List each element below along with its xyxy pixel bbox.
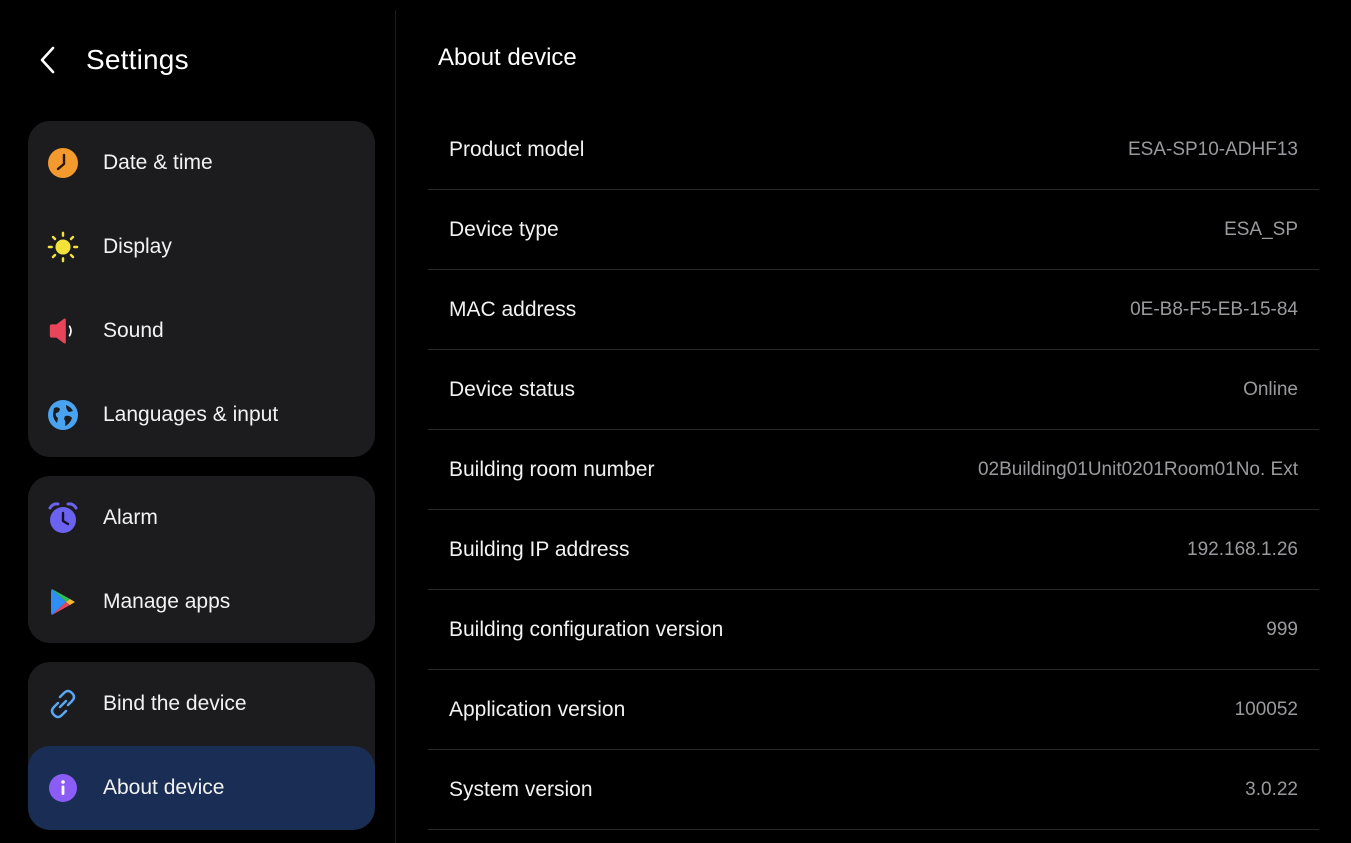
speaker-icon — [47, 315, 79, 347]
info-value: ESA_SP — [1224, 218, 1298, 240]
sidebar-item-label: Languages & input — [103, 403, 279, 426]
link-icon — [47, 688, 79, 720]
sidebar-item-date-time[interactable]: Date & time — [28, 121, 375, 205]
info-value: 192.168.1.26 — [1187, 538, 1298, 560]
sidebar-item-bind-device[interactable]: Bind the device — [28, 662, 375, 746]
info-row-system-version: System version 3.0.22 — [428, 750, 1319, 830]
info-label: Building IP address — [449, 537, 630, 561]
sidebar-header: Settings — [6, 38, 189, 82]
sidebar-item-label: Sound — [103, 319, 164, 342]
info-label: Device type — [449, 217, 559, 241]
info-value: 100052 — [1234, 698, 1298, 720]
info-value: Online — [1243, 378, 1298, 400]
info-label: Device status — [449, 377, 576, 401]
sidebar-item-label: Display — [103, 235, 172, 258]
info-label: MAC address — [449, 297, 577, 321]
sidebar-item-label: Date & time — [103, 151, 213, 174]
sidebar-item-about-device[interactable]: About device — [28, 746, 375, 830]
info-row-product-model: Product model ESA-SP10-ADHF13 — [428, 110, 1319, 190]
sidebar-item-label: Alarm — [103, 506, 158, 529]
sidebar-item-label: About device — [103, 776, 225, 799]
sidebar-item-label: Manage apps — [103, 590, 231, 613]
sidebar-item-languages-input[interactable]: Languages & input — [28, 373, 375, 457]
main-panel: About device Product model ESA-SP10-ADHF… — [396, 10, 1345, 843]
chevron-left-icon — [40, 46, 55, 74]
info-row-building-ip-address: Building IP address 192.168.1.26 — [428, 510, 1319, 590]
sidebar-item-label: Bind the device — [103, 692, 247, 715]
info-row-application-version: Application version 100052 — [428, 670, 1319, 750]
sidebar-item-alarm[interactable]: Alarm — [28, 476, 375, 560]
info-value: 999 — [1266, 618, 1298, 640]
info-value: 0E-B8-F5-EB-15-84 — [1130, 298, 1298, 320]
sidebar-item-sound[interactable]: Sound — [28, 289, 375, 373]
info-label: Application version — [449, 697, 626, 721]
info-label: Product model — [449, 137, 585, 161]
alarm-clock-icon — [47, 502, 79, 534]
page-title: About device — [438, 44, 577, 71]
settings-window: Settings Date & time Display Sound Langu… — [6, 10, 1345, 843]
info-row-building-room-number: Building room number 02Building01Unit020… — [428, 430, 1319, 510]
play-store-icon — [47, 586, 79, 618]
sidebar-title: Settings — [86, 44, 189, 75]
back-button[interactable] — [38, 38, 78, 82]
info-row-device-status: Device status Online — [428, 350, 1319, 430]
info-value: ESA-SP10-ADHF13 — [1127, 138, 1298, 160]
info-icon — [47, 772, 79, 804]
info-label: Building configuration version — [449, 617, 724, 641]
device-info-list: Product model ESA-SP10-ADHF13 Device typ… — [428, 110, 1319, 830]
sidebar-item-manage-apps[interactable]: Manage apps — [28, 560, 375, 643]
settings-group-apps: Alarm Manage apps — [28, 476, 375, 643]
globe-icon — [47, 399, 79, 431]
info-value: 3.0.22 — [1245, 778, 1298, 800]
sidebar-item-display[interactable]: Display — [28, 205, 375, 289]
clock-icon — [47, 147, 79, 179]
info-label: System version — [449, 777, 593, 801]
settings-group-general: Date & time Display Sound Languages & in… — [28, 121, 375, 457]
info-row-building-configuration-version: Building configuration version 999 — [428, 590, 1319, 670]
sidebar: Settings Date & time Display Sound Langu… — [6, 10, 396, 843]
sun-icon — [47, 231, 79, 263]
info-label: Building room number — [449, 457, 655, 481]
info-row-device-type: Device type ESA_SP — [428, 190, 1319, 270]
info-value: 02Building01Unit0201Room01No. Ext — [977, 458, 1298, 480]
info-row-mac-address: MAC address 0E-B8-F5-EB-15-84 — [428, 270, 1319, 350]
settings-group-device: Bind the device About device — [28, 662, 375, 830]
